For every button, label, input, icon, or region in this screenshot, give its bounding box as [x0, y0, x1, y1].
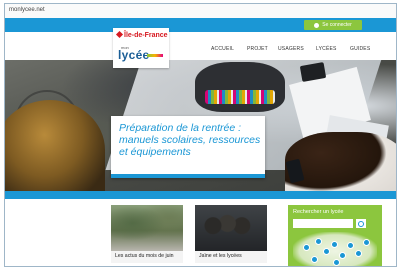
hero-banner[interactable]: Préparation de la rentrée : manuels scol… — [5, 60, 396, 191]
top-bar: Se connecter — [5, 18, 396, 32]
map-pin-icon[interactable] — [311, 256, 318, 263]
news-card[interactable]: Les actus du mois de juin — [111, 205, 183, 263]
search-button[interactable] — [356, 219, 366, 228]
connect-label: Se connecter — [322, 22, 352, 28]
region-name: Île-de-France — [124, 32, 168, 39]
browser-window: monlycee.net Se connecter Île-de-France … — [4, 3, 397, 267]
map-pin-icon[interactable] — [333, 259, 340, 266]
section-divider — [5, 191, 396, 199]
lycee-search-panel: Rechercher un lycée — [288, 205, 382, 266]
hero-headline-box[interactable]: Préparation de la rentrée : manuels scol… — [111, 116, 265, 178]
map-pin-icon[interactable] — [339, 252, 346, 259]
nav-item-projet[interactable]: PROJET — [247, 46, 268, 52]
hero-photo-bag — [195, 62, 285, 112]
news-card-caption: Jaïne et les lycées — [199, 253, 242, 259]
url-text: monlycee.net — [9, 7, 45, 13]
user-icon — [314, 22, 320, 28]
search-input[interactable] — [293, 219, 353, 228]
news-card-caption: Les actus du mois de juin — [115, 253, 174, 259]
hero-photo-pens — [205, 90, 275, 104]
hero-headline: Préparation de la rentrée : manuels scol… — [119, 122, 261, 158]
main-nav: Île-de-France mon lycée ACCUEIL PROJET U… — [5, 28, 396, 68]
map-pin-icon[interactable] — [331, 241, 338, 248]
site-logo[interactable]: Île-de-France mon lycée — [113, 28, 169, 68]
region-emblem-icon — [115, 30, 124, 39]
map-pin-icon[interactable] — [303, 244, 310, 251]
logo-main-text: lycée — [118, 48, 150, 62]
region-logo: Île-de-France — [115, 30, 168, 39]
news-card-image — [195, 205, 267, 251]
map-pin-icon[interactable] — [355, 250, 362, 257]
hero-photo-person — [5, 100, 105, 191]
nav-item-guides[interactable]: GUIDES — [350, 46, 370, 52]
hero-headline-bar — [111, 174, 265, 178]
map-pin-icon[interactable] — [363, 239, 370, 246]
nav-item-usagers[interactable]: USAGERS — [278, 46, 304, 52]
news-card-image — [111, 205, 183, 251]
logo-stripe — [147, 54, 163, 57]
map-pin-icon[interactable] — [347, 242, 354, 249]
hero-photo-person — [285, 132, 396, 191]
connect-button[interactable]: Se connecter — [304, 20, 362, 30]
map-pin-icon[interactable] — [315, 238, 322, 245]
content-section: Les actus du mois de juin Jaïne et les l… — [5, 199, 396, 266]
nav-item-accueil[interactable]: ACCUEIL — [211, 46, 234, 52]
news-card[interactable]: Jaïne et les lycées — [195, 205, 267, 263]
map-pin-icon[interactable] — [323, 248, 330, 255]
region-map[interactable] — [293, 232, 377, 266]
address-bar[interactable]: monlycee.net — [5, 4, 396, 19]
search-icon — [358, 220, 364, 227]
nav-item-lycees[interactable]: LYCÉES — [316, 46, 337, 52]
search-title: Rechercher un lycée — [293, 209, 344, 215]
